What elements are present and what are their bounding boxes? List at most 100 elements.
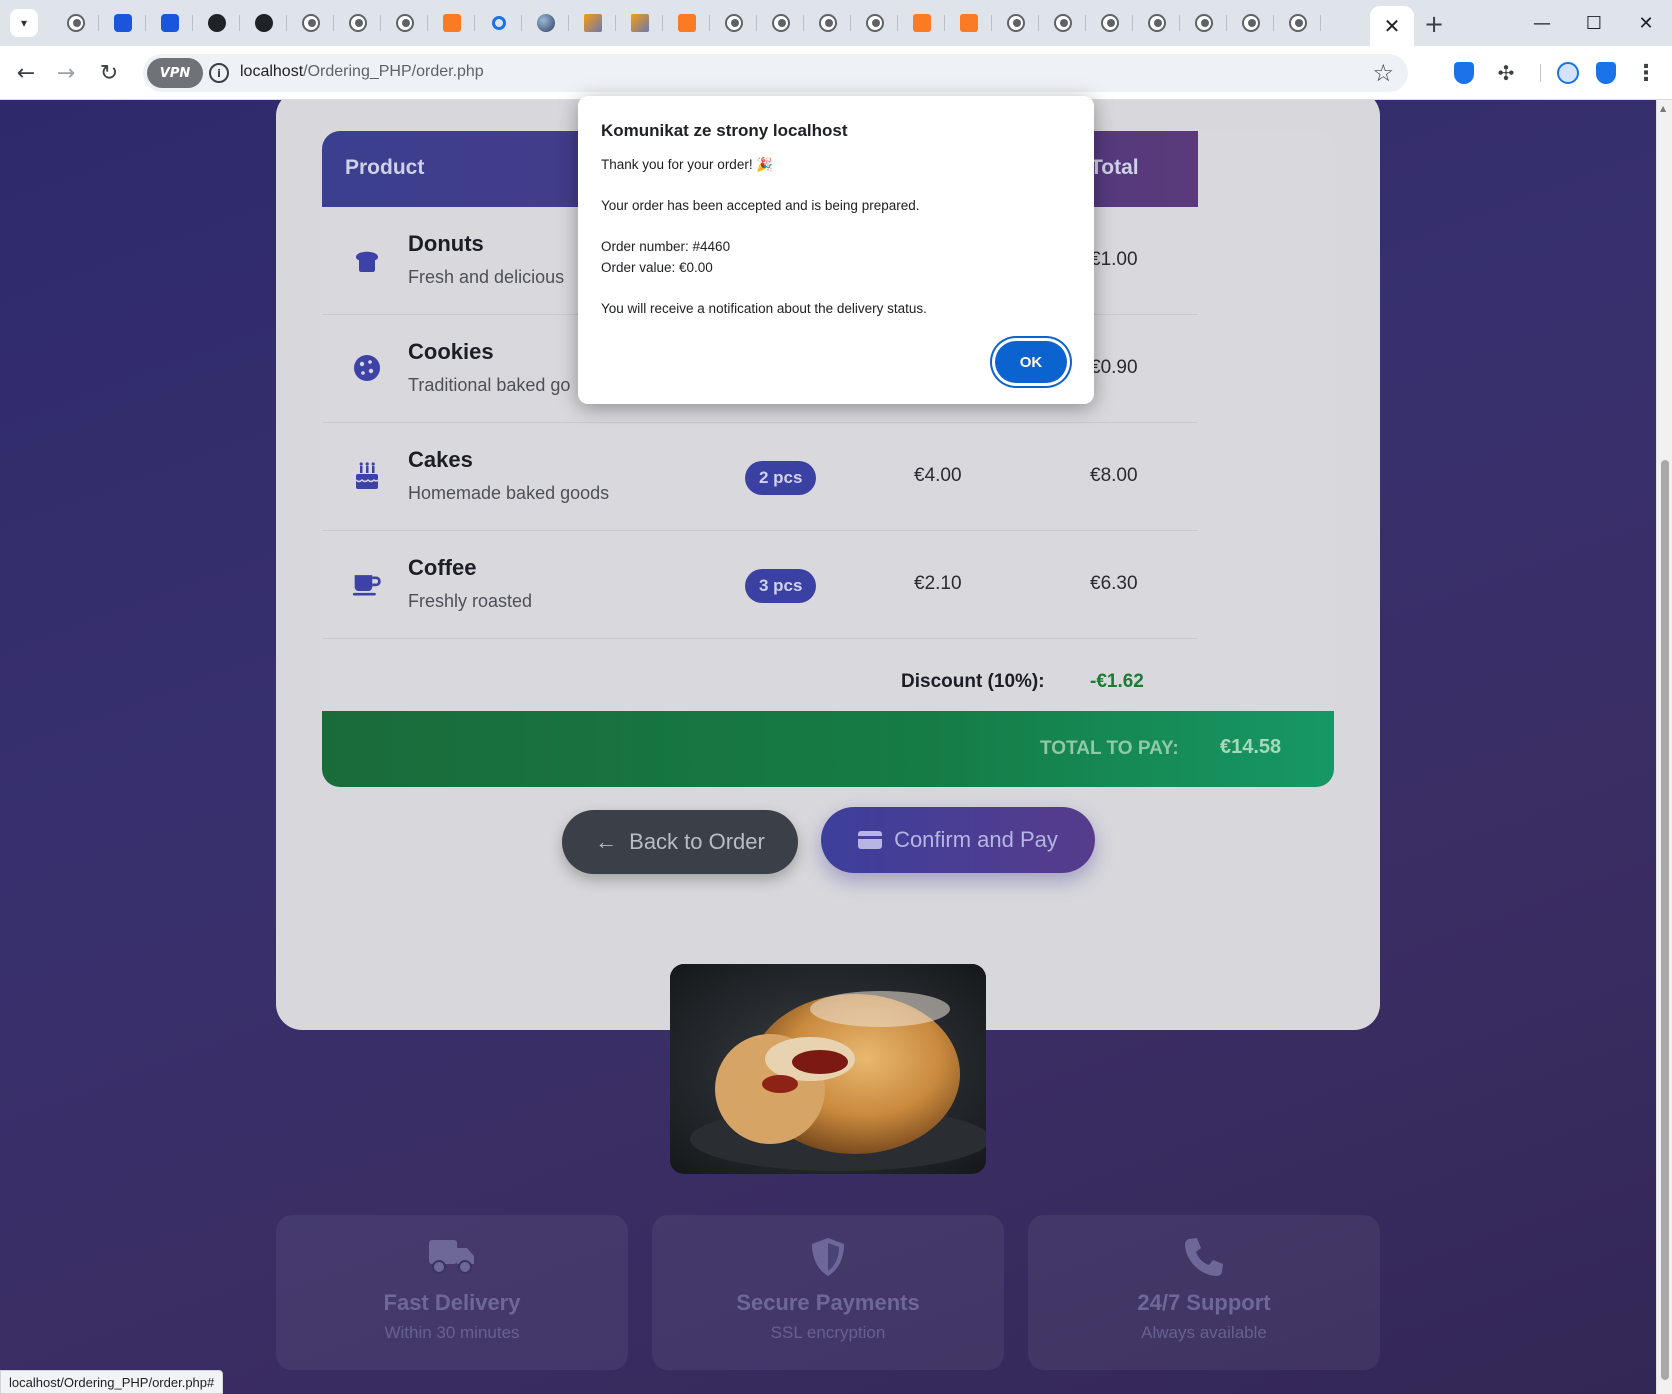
browser-tab[interactable] [381,0,428,46]
extension-shield-check-icon[interactable] [1592,59,1620,87]
browser-tab[interactable] [1180,0,1227,46]
feature-title: Secure Payments [736,1290,920,1315]
browser-tab[interactable] [428,0,475,46]
url-text[interactable]: localhost/Ordering_PHP/order.php [240,63,484,81]
browser-menu-icon[interactable]: ⋮ [1632,59,1660,87]
credit-card-icon [858,831,883,849]
site-info-icon[interactable]: i [209,63,229,83]
browser-tab[interactable] [240,0,287,46]
browser-tab[interactable] [1227,0,1274,46]
feature-subtitle: Always available [1141,1323,1267,1342]
address-bar[interactable]: VPN i localhost/Ordering_PHP/order.php ☆ [143,54,1408,92]
reload-icon[interactable]: ↻ [95,59,123,87]
bookmark-star-icon[interactable]: ☆ [1372,59,1394,87]
phpmyadmin-icon [630,14,649,32]
discount-value: -€1.62 [1090,671,1144,692]
browser-tab[interactable] [945,0,992,46]
unit-price: €4.00 [914,465,962,486]
browser-tab[interactable] [804,0,851,46]
discount-label: Discount (10%): [901,671,1045,692]
arrow-left-icon: ← [595,829,618,854]
xampp-icon [677,14,696,32]
browser-tab[interactable] [287,0,334,46]
browser-tab[interactable] [992,0,1039,46]
kebab-menu-icon: ⋮ [1635,60,1657,86]
browser-tab[interactable] [663,0,710,46]
window-controls: — ☐ ✕ [1516,0,1672,46]
scroll-up-arrow-icon[interactable]: ▲ [1660,104,1666,113]
browser-tab[interactable] [522,0,569,46]
bread-icon [352,245,382,275]
feature-card: Fast Delivery Within 30 minutes [276,1215,628,1370]
product-desc: Traditional baked go [408,375,571,395]
active-tab-close-icon[interactable]: ✕ [1370,6,1414,46]
browser-tab[interactable] [1039,0,1086,46]
browser-tab[interactable] [334,0,381,46]
browser-tab[interactable] [99,0,146,46]
globe-icon [1194,14,1213,32]
back-to-order-button[interactable]: ← Back to Order [562,810,798,874]
tab-list [52,0,1321,46]
maximize-icon[interactable]: ☐ [1568,0,1620,46]
browser-tab[interactable] [1133,0,1180,46]
globe-icon [66,14,85,32]
total-label: TOTAL TO PAY: [1040,738,1179,759]
unit-price: €2.10 [914,573,962,594]
browser-tab[interactable] [898,0,945,46]
table-row: Coffee Freshly roasted 3 pcs €2.10 €6.30 [322,531,1198,639]
total-value: €14.58 [1220,736,1282,758]
tab-search-menu-button[interactable]: ▾ [10,9,38,37]
globe-icon [395,14,414,32]
browser-tab[interactable] [1274,0,1321,46]
line-total: €8.00 [1090,465,1138,486]
vertical-scrollbar[interactable]: ▲ [1656,100,1672,1394]
extensions-puzzle-icon[interactable]: ✣ [1492,59,1520,87]
globe-icon [1006,14,1025,32]
status-bar-url: localhost/Ordering_PHP/order.php# [0,1370,224,1394]
profile-avatar-icon[interactable] [1554,59,1582,87]
quantity-badge: 3 pcs [745,569,817,603]
product-name: Donuts [408,231,484,256]
globe-icon [1053,14,1072,32]
ok-button[interactable]: OK [995,341,1067,383]
product-desc: Fresh and delicious [408,267,565,287]
browser-tab[interactable] [569,0,616,46]
new-tab-plus-icon[interactable]: + [1424,10,1444,38]
feature-card: Secure Payments SSL encryption [652,1215,1004,1370]
dialog-order-value: Order value: €0.00 [601,260,713,275]
browser-tab[interactable] [616,0,663,46]
browser-tab[interactable] [1086,0,1133,46]
forward-arrow-icon[interactable]: → [52,59,80,87]
alert-dialog: Komunikat ze strony localhost Thank you … [578,96,1094,404]
vpn-badge[interactable]: VPN [147,58,203,88]
confirm-and-pay-button[interactable]: Confirm and Pay [821,807,1095,873]
globe-icon [301,14,320,32]
feature-card: 24/7 Support Always available [1028,1215,1380,1370]
header-total: Total [1090,156,1139,179]
table-row: Cakes Homemade baked goods 2 pcs €4.00 €… [322,423,1198,531]
scrollbar-thumb[interactable] [1661,460,1669,1380]
feature-title: Fast Delivery [383,1290,521,1315]
product-desc: Freshly roasted [408,591,533,611]
browser-tab[interactable] [757,0,804,46]
line-total: €0.90 [1090,357,1138,378]
browser-tab[interactable] [475,0,522,46]
browser-tab[interactable] [193,0,240,46]
feature-title: 24/7 Support [1137,1290,1271,1315]
globe-icon [771,14,790,32]
browser-tab[interactable] [710,0,757,46]
back-arrow-icon[interactable]: ← [12,59,40,87]
browser-tab[interactable] [52,0,99,46]
birthday-cake-icon [352,461,382,491]
dialog-order-number: Order number: #4460 [601,239,731,254]
browser-tab[interactable] [851,0,898,46]
minimize-icon[interactable]: — [1516,0,1568,46]
phpmyadmin-icon [583,14,602,32]
close-window-icon[interactable]: ✕ [1620,0,1672,46]
avatar [1557,62,1579,84]
forms-icon [113,14,132,32]
extension-shield-icon[interactable] [1450,59,1478,87]
cookie-icon [352,353,382,383]
browser-tab[interactable] [146,0,193,46]
shield-check-icon [1596,62,1616,84]
